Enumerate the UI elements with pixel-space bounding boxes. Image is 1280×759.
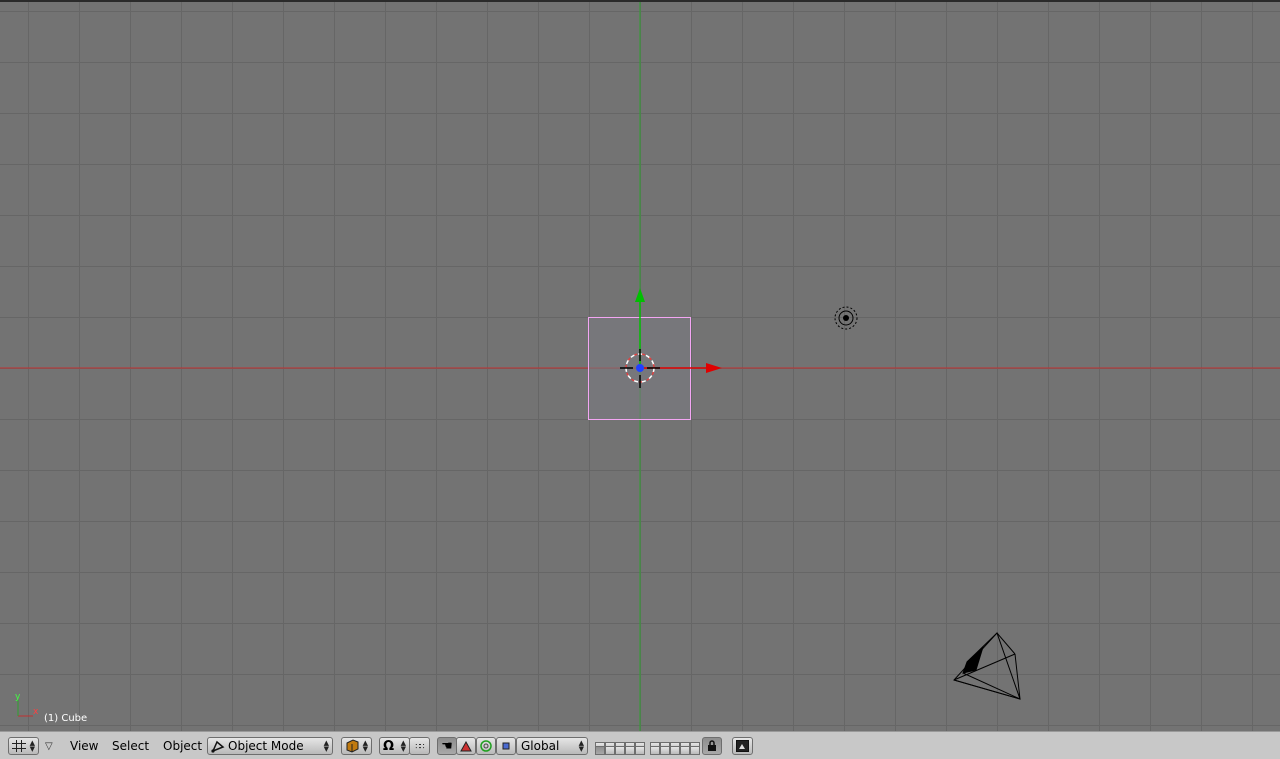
layer-button[interactable]: [635, 746, 645, 755]
layer-button[interactable]: [680, 746, 690, 755]
updown-arrows-icon: ▲ ▼: [400, 739, 406, 753]
object-mode-icon: [211, 740, 225, 753]
camera-object[interactable]: [953, 632, 1021, 700]
manipulator-toggle-button[interactable]: ☚: [437, 737, 457, 755]
layer-button[interactable]: [595, 746, 605, 755]
updown-arrows-icon: ▲ ▼: [362, 739, 368, 753]
layer-button[interactable]: [660, 746, 670, 755]
dots-icon: ∷∷: [415, 741, 424, 751]
pivot-icon: Ω: [383, 738, 395, 754]
3d-view-header: ▲ ▼ ▽ View Select Object Object Mode ▲ ▼ ▲…: [0, 731, 1280, 759]
render-icon: [736, 740, 749, 752]
active-object-label: (1) Cube: [44, 713, 88, 724]
grid-icon: [12, 740, 26, 752]
menu-select[interactable]: Select: [112, 738, 149, 754]
draw-type-dropdown[interactable]: ▲ ▼: [341, 737, 372, 755]
3d-viewport[interactable]: x y (1) Cube: [0, 0, 1280, 731]
orientation-dropdown[interactable]: Global ▲ ▼: [516, 737, 588, 755]
mode-dropdown[interactable]: Object Mode ▲ ▼: [207, 737, 333, 755]
updown-arrows-icon: ▲ ▼: [578, 739, 584, 753]
updown-arrows-icon: ▲ ▼: [29, 739, 35, 753]
lock-icon: [707, 740, 717, 752]
render-preview-button[interactable]: [732, 737, 753, 755]
pivot-dropdown[interactable]: Ω ▲ ▼: [379, 737, 410, 755]
translate-manipulator-button[interactable]: [456, 737, 476, 755]
editor-type-button[interactable]: ▲ ▼: [8, 737, 39, 755]
menu-view[interactable]: View: [70, 738, 98, 754]
solid-cube-icon: [345, 739, 359, 753]
rotate-manipulator-button[interactable]: [476, 737, 496, 755]
viewport-canvas[interactable]: x y: [0, 2, 1280, 731]
collapse-menus-icon[interactable]: ▽: [45, 739, 53, 755]
layer-button[interactable]: [625, 746, 635, 755]
lock-layers-button[interactable]: [702, 737, 722, 755]
scale-square-icon: [501, 741, 511, 751]
layer-button[interactable]: [690, 746, 700, 755]
layers-toggle-button[interactable]: ∷∷: [409, 737, 430, 755]
orientation-label: Global: [521, 739, 560, 753]
view-axis-widget: x y: [15, 692, 39, 717]
layer-button[interactable]: [615, 746, 625, 755]
mode-label: Object Mode: [228, 739, 304, 753]
scale-manipulator-button[interactable]: [496, 737, 516, 755]
hand-icon: ☚: [441, 738, 453, 754]
layer-button[interactable]: [605, 746, 615, 755]
layer-button[interactable]: [670, 746, 680, 755]
updown-arrows-icon: ▲ ▼: [323, 739, 329, 753]
axis-widget-y-label: y: [15, 692, 21, 702]
menu-object[interactable]: Object: [163, 738, 202, 754]
axis-widget-x-label: x: [33, 707, 39, 717]
layer-button[interactable]: [650, 746, 660, 755]
rotate-circle-icon: [480, 740, 492, 752]
translate-triangle-icon: [460, 740, 472, 752]
